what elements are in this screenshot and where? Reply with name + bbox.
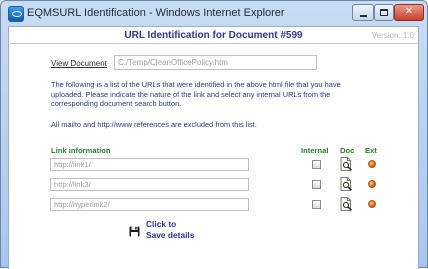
page-title: URL Identification for Document #599 xyxy=(124,30,303,41)
ext-radio[interactable] xyxy=(368,160,376,168)
view-document-link[interactable]: View Document xyxy=(51,59,107,68)
browser-window: EQMSURL Identification - Windows Interne… xyxy=(0,0,428,269)
link-field[interactable]: http://link1/ xyxy=(50,158,249,171)
minimize-button[interactable] xyxy=(352,4,374,21)
link-field[interactable]: http://hyperlink2/ xyxy=(50,198,249,211)
internal-checkbox[interactable] xyxy=(312,180,321,189)
document-search-icon[interactable] xyxy=(340,177,353,191)
link-field[interactable]: http://link3/ xyxy=(50,178,249,191)
column-header-ext: Ext xyxy=(365,146,377,155)
page-content: URL Identification for Document #599 Ver… xyxy=(8,26,419,269)
floppy-disk-icon[interactable] xyxy=(129,226,140,237)
ie-icon xyxy=(8,6,24,22)
exclusion-note: All mailto and http://www references are… xyxy=(51,120,257,129)
document-search-icon[interactable] xyxy=(340,197,353,211)
window-title: EQMSURL Identification - Windows Interne… xyxy=(27,7,285,19)
view-document-field[interactable]: C:/Temp/CleanOfficePolicy.htm xyxy=(114,55,317,70)
maximize-button[interactable] xyxy=(374,4,394,21)
close-button[interactable] xyxy=(394,4,424,21)
title-bar[interactable]: EQMSURL Identification - Windows Interne… xyxy=(1,1,427,27)
header-divider xyxy=(10,43,417,44)
ext-radio[interactable] xyxy=(368,180,376,188)
version-label: Version: 1.0 xyxy=(371,31,414,40)
save-details-link[interactable]: Click to Save details xyxy=(146,219,196,240)
internal-checkbox[interactable] xyxy=(312,200,321,209)
column-header-link: Link information xyxy=(51,146,111,155)
instructions-text: The following is a list of the URLs that… xyxy=(51,80,341,109)
column-header-doc: Doc xyxy=(340,146,355,155)
internal-checkbox[interactable] xyxy=(312,160,321,169)
document-search-icon[interactable] xyxy=(340,157,353,171)
ext-radio[interactable] xyxy=(368,200,376,208)
column-header-internal: Internal xyxy=(301,146,329,155)
